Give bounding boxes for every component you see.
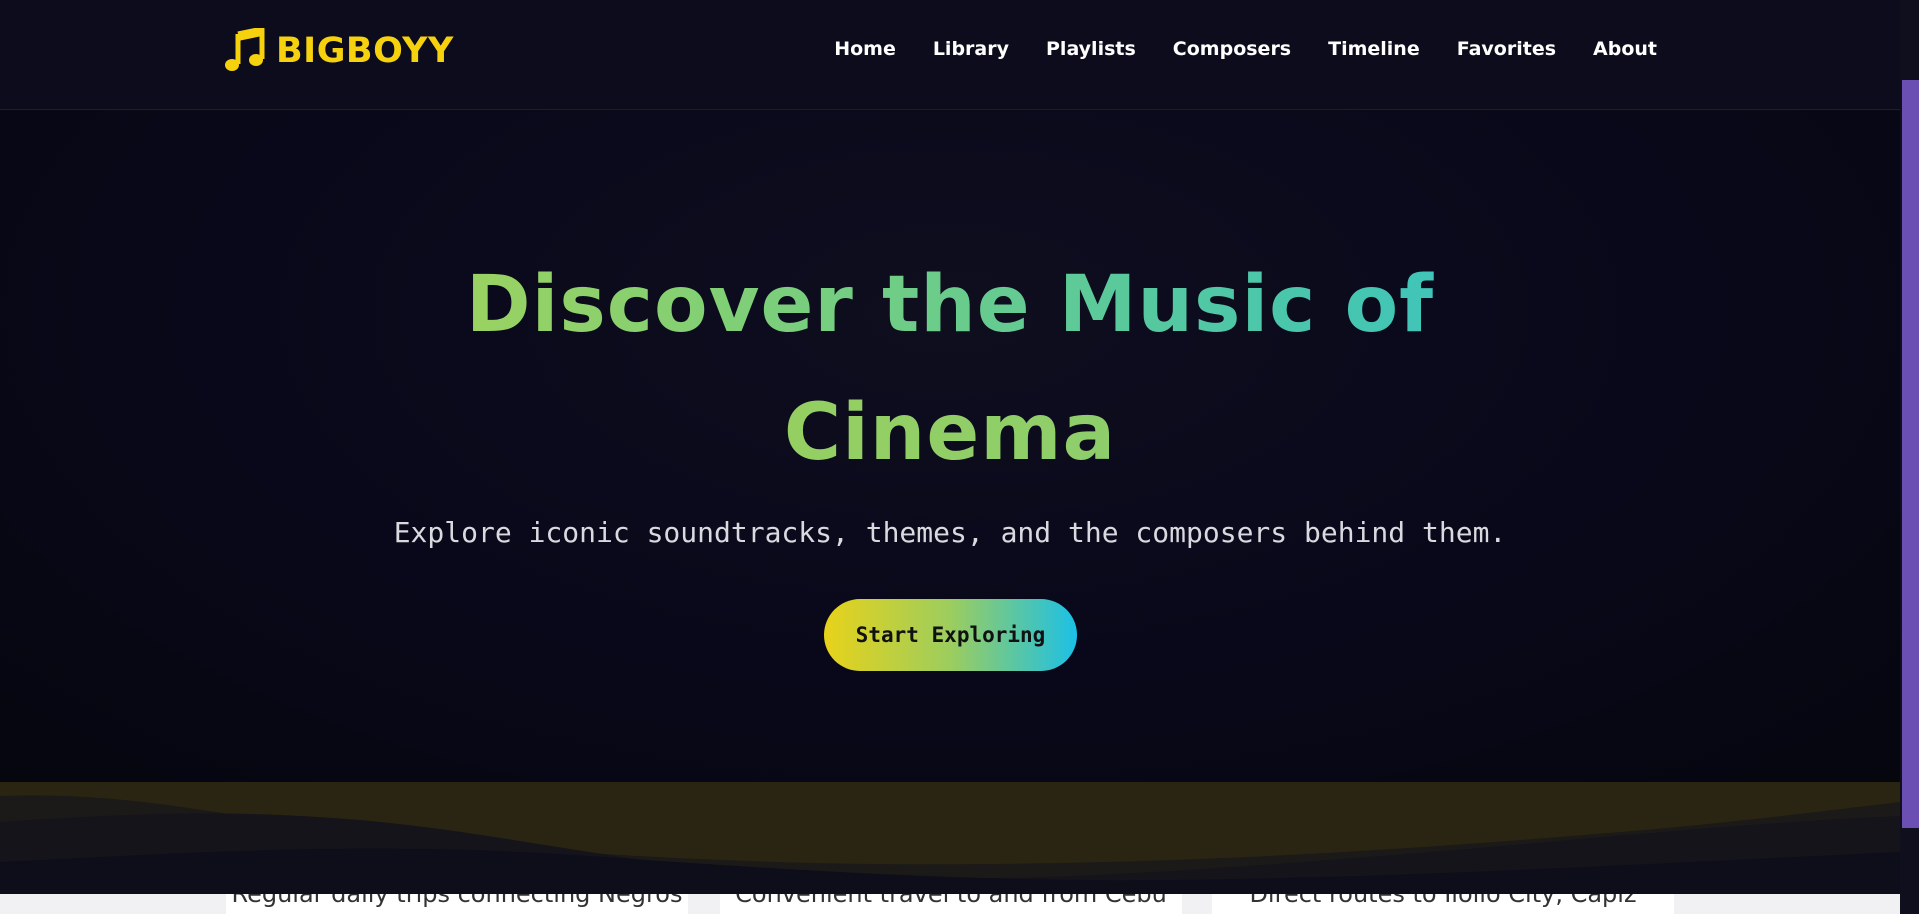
nav-item-favorites: Favorites [1457,38,1556,60]
route-card-text: Direct routes to Iloilo City, Capiz [1249,894,1637,908]
scrollbar[interactable] [1900,0,1919,914]
start-exploring-button[interactable]: Start Exploring [824,599,1077,671]
hero-title-line-1: Discover the Music of [0,241,1900,369]
nav-item-library: Library [933,38,1009,60]
wave-shape [0,795,1900,905]
hero-title: Discover the Music of Cinema [0,241,1900,497]
route-card-text: Regular daily trips connecting Negros [231,894,683,908]
hero-title-line-2: Cinema [0,369,1900,497]
route-card: Convenient travel to and from Cebu [720,894,1182,914]
nav-link-library[interactable]: Library [933,38,1009,60]
hero-section: Discover the Music of Cinema Explore ico… [0,111,1900,782]
nav-item-home: Home [834,38,896,60]
wave-divider [0,782,1900,905]
nav-link-timeline[interactable]: Timeline [1328,38,1420,60]
main-nav: Home Library Playlists Composers Timelin… [834,38,1657,60]
route-card: Regular daily trips connecting Negros [226,894,688,914]
route-card: Direct routes to Iloilo City, Capiz [1212,894,1674,914]
cards-strip: Regular daily trips connecting Negros Co… [0,894,1900,914]
scrollbar-thumb[interactable] [1902,80,1919,828]
nav-link-playlists[interactable]: Playlists [1046,38,1136,60]
brand-name: BIGBOYY [276,31,454,71]
navbar: BIGBOYY Home Library Playlists Composers… [0,0,1900,110]
nav-item-about: About [1593,38,1657,60]
nav-link-favorites[interactable]: Favorites [1457,38,1556,60]
nav-link-about[interactable]: About [1593,38,1657,60]
page: BIGBOYY Home Library Playlists Composers… [0,0,1919,914]
nav-link-composers[interactable]: Composers [1173,38,1291,60]
nav-item-composers: Composers [1173,38,1291,60]
hero-subtitle: Explore iconic soundtracks, themes, and … [393,516,1507,549]
nav-item-timeline: Timeline [1328,38,1420,60]
nav-link-home[interactable]: Home [834,38,896,60]
music-note-icon [225,28,265,71]
brand-logo[interactable]: BIGBOYY [224,28,454,74]
nav-item-playlists: Playlists [1046,38,1136,60]
route-card-text: Convenient travel to and from Cebu [735,894,1167,908]
